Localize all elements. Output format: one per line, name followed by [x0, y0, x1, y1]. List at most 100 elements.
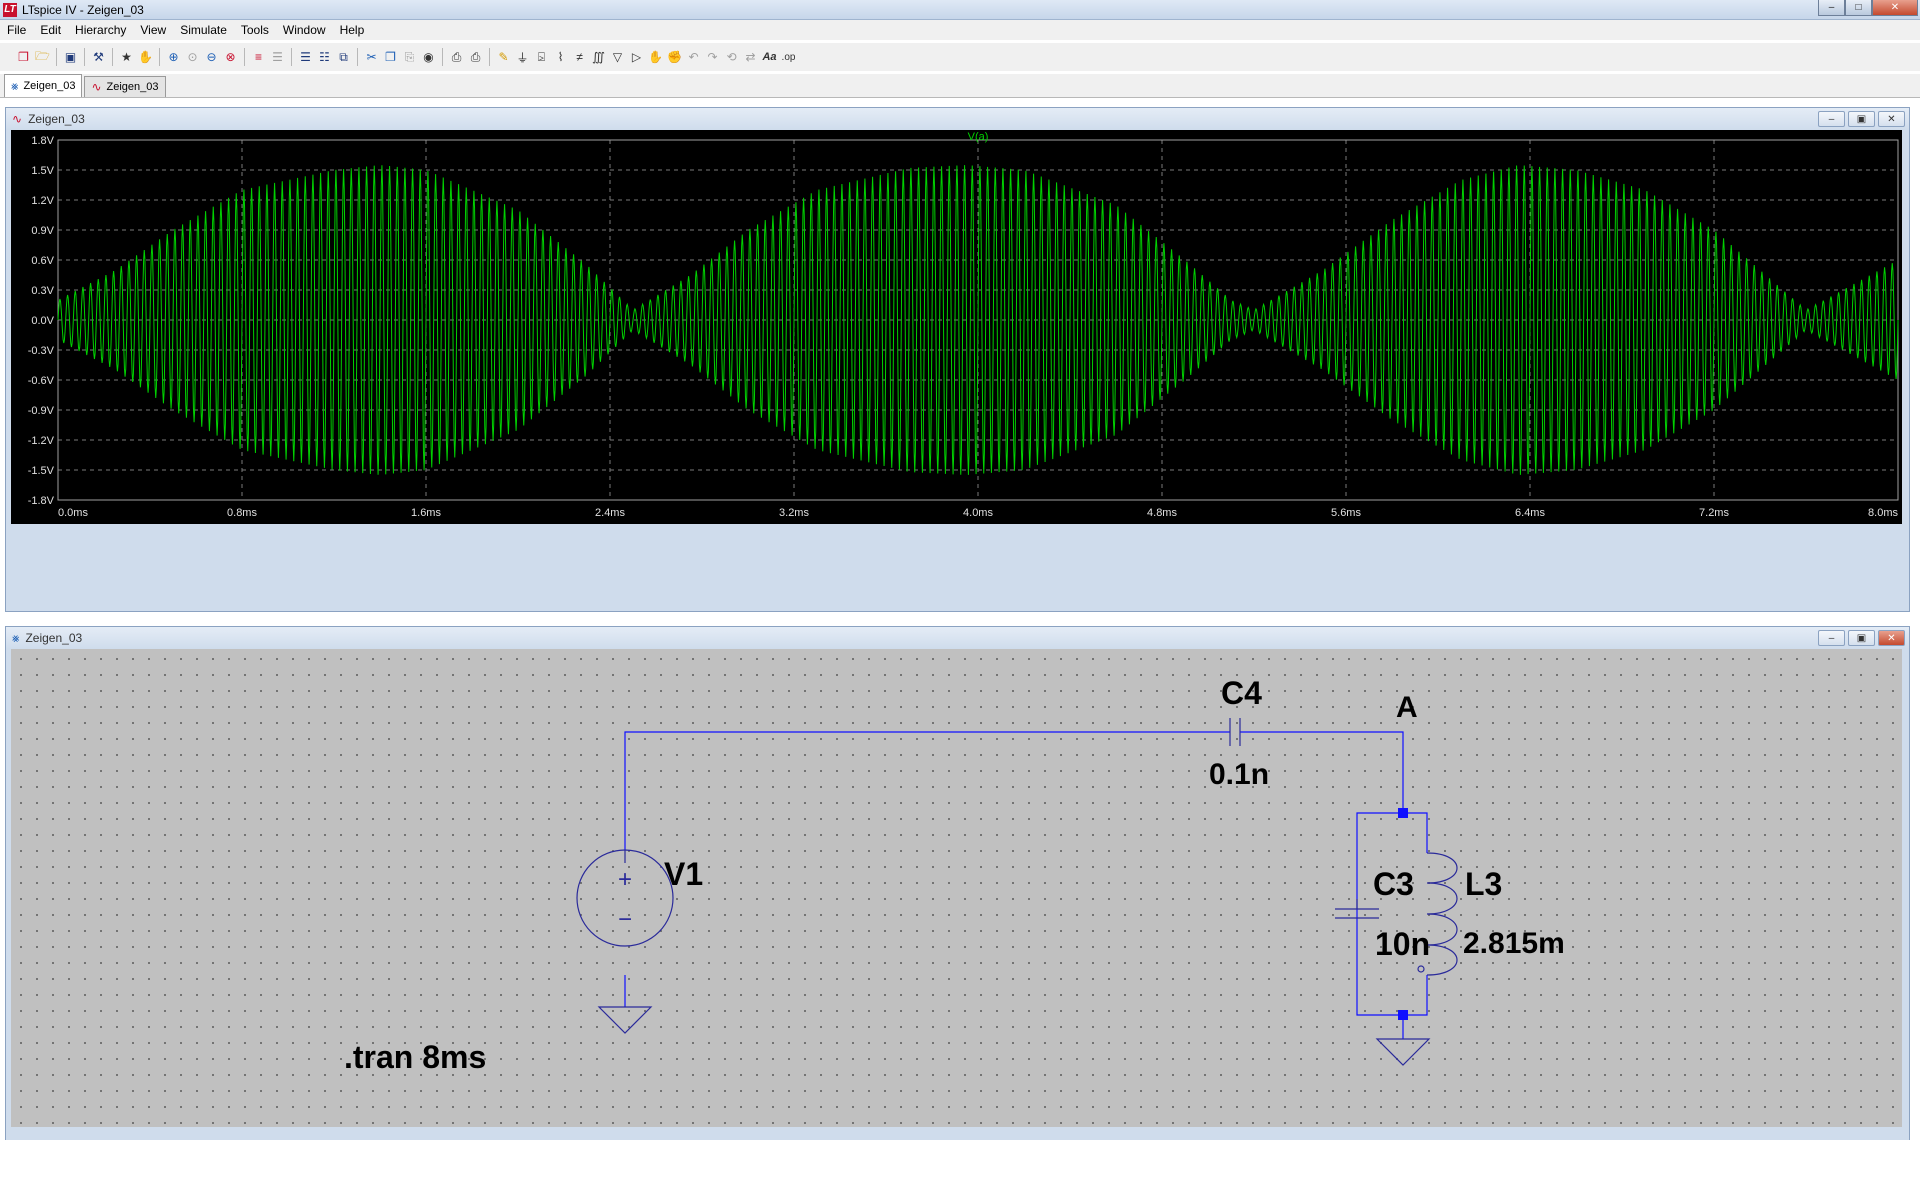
print-icon[interactable]: ⎙: [466, 47, 485, 67]
menu-file[interactable]: File: [0, 20, 33, 40]
label-net-icon[interactable]: ⍄: [532, 47, 551, 67]
tab-schematic[interactable]: ⨳ Zeigen_03: [4, 74, 83, 97]
status-area: [0, 1140, 1920, 1200]
restore-button[interactable]: ▣: [1848, 111, 1875, 127]
menu-view[interactable]: View: [133, 20, 173, 40]
ground-symbol-v1: [597, 1006, 653, 1034]
v1-name: V1: [664, 856, 703, 892]
tile-vertical-icon[interactable]: ☷: [315, 47, 334, 67]
resistor-icon[interactable]: ⌇: [551, 47, 570, 67]
control-panel-icon[interactable]: ⚒: [89, 47, 108, 67]
close-button[interactable]: ✕: [1878, 111, 1905, 127]
restore-button[interactable]: ▣: [1848, 630, 1875, 646]
drag-icon[interactable]: ✊: [665, 47, 684, 67]
trace-label[interactable]: V(a): [968, 131, 989, 143]
schematic-window-titlebar[interactable]: ⨳ Zeigen_03: [6, 627, 1909, 649]
inductor-icon[interactable]: ∭: [589, 47, 608, 67]
l3-value: 2.815m: [1463, 927, 1565, 960]
capacitor-icon[interactable]: ≠: [570, 47, 589, 67]
tab-label: Zeigen_03: [23, 80, 76, 92]
save-icon[interactable]: ▣: [61, 47, 80, 67]
schematic-window: ⨳ Zeigen_03 ‒ ▣ ✕ + − V1 C4 0.1n A C3 10…: [5, 626, 1910, 1141]
mirror-icon[interactable]: ⇄: [741, 47, 760, 67]
redo-icon[interactable]: ↷: [703, 47, 722, 67]
find-icon[interactable]: ◉: [419, 47, 438, 67]
waveform-icon: ∿: [91, 80, 102, 94]
move-icon[interactable]: ✋: [646, 47, 665, 67]
window-title: LTspice IV - Zeigen_03: [22, 2, 144, 17]
schematic-canvas[interactable]: + − V1 C4 0.1n A C3 10n L3 2.815m .tran …: [11, 649, 1902, 1127]
toolbar-separator: [56, 48, 57, 66]
new-schematic-icon[interactable]: ❐: [14, 47, 33, 67]
x-tick-label: 7.2ms: [1699, 507, 1729, 519]
open-icon[interactable]: 🗁: [33, 47, 52, 67]
run-icon[interactable]: ★: [117, 47, 136, 67]
c3-value: 10n: [1375, 926, 1430, 962]
waveform-window-controls: ‒ ▣ ✕: [1818, 111, 1905, 127]
y-tick-label: 0.0V: [31, 315, 54, 327]
schematic-window-controls: ‒ ▣ ✕: [1818, 630, 1905, 646]
y-tick-label: 0.9V: [31, 225, 54, 237]
y-tick-label: 1.2V: [31, 195, 54, 207]
wires: [624, 731, 1428, 1039]
mark-icon[interactable]: ☰: [268, 47, 287, 67]
zoom-pan-icon[interactable]: ⊙: [183, 47, 202, 67]
minimize-button[interactable]: ‒: [1818, 0, 1845, 16]
text-icon[interactable]: Aa: [760, 47, 779, 67]
close-button[interactable]: ✕: [1872, 0, 1918, 16]
x-tick-label: 3.2ms: [779, 507, 809, 519]
minimize-button[interactable]: ‒: [1818, 111, 1845, 127]
autorange-icon[interactable]: ≡: [249, 47, 268, 67]
print-setup-icon[interactable]: ⎙: [447, 47, 466, 67]
y-tick-label: -0.3V: [28, 345, 55, 357]
toolbar-separator: [489, 48, 490, 66]
waveform-window-titlebar[interactable]: ∿ Zeigen_03: [6, 108, 1909, 130]
tile-horizontal-icon[interactable]: ☰: [296, 47, 315, 67]
zoom-in-icon[interactable]: ⊕: [164, 47, 183, 67]
tab-waveform[interactable]: ∿ Zeigen_03: [84, 76, 166, 97]
menu-window[interactable]: Window: [276, 20, 333, 40]
undo-icon[interactable]: ↶: [684, 47, 703, 67]
copy-icon[interactable]: ❐: [381, 47, 400, 67]
maximize-button[interactable]: □: [1845, 0, 1872, 16]
zoom-fit-icon[interactable]: ⊗: [221, 47, 240, 67]
component-icon[interactable]: ▷: [627, 47, 646, 67]
ground-icon[interactable]: ⏚: [513, 47, 532, 67]
paste-icon[interactable]: ⎘: [400, 47, 419, 67]
spice-directive-icon[interactable]: .op: [779, 47, 798, 67]
v1-plus-sign: +: [618, 866, 632, 893]
tab-label: Zeigen_03: [106, 81, 159, 93]
schematic-icon: ⨳: [12, 630, 20, 645]
y-tick-label: 1.5V: [31, 165, 54, 177]
junction-top: [1398, 808, 1408, 818]
cascade-icon[interactable]: ⧉: [334, 47, 353, 67]
y-tick-label: -0.6V: [28, 375, 55, 387]
zoom-out-icon[interactable]: ⊖: [202, 47, 221, 67]
x-tick-label: 5.6ms: [1331, 507, 1361, 519]
cut-icon[interactable]: ✂: [362, 47, 381, 67]
rotate-icon[interactable]: ⟲: [722, 47, 741, 67]
window-controls: ‒ □ ✕: [1818, 0, 1918, 16]
window-titlebar: LT LTspice IV - Zeigen_03 ‒ □ ✕: [0, 0, 1920, 20]
x-tick-label: 2.4ms: [595, 507, 625, 519]
schematic-drawing[interactable]: + − V1 C4 0.1n A C3 10n L3 2.815m .tran …: [11, 649, 1902, 1127]
menu-hierarchy[interactable]: Hierarchy: [68, 20, 133, 40]
menu-help[interactable]: Help: [333, 20, 372, 40]
y-tick-label: 1.8V: [31, 135, 54, 147]
close-button[interactable]: ✕: [1878, 630, 1905, 646]
draw-wire-icon[interactable]: ✎: [494, 47, 513, 67]
ltspice-app-icon[interactable]: LT: [3, 2, 17, 17]
menu-simulate[interactable]: Simulate: [173, 20, 234, 40]
diode-icon[interactable]: ▽: [608, 47, 627, 67]
waveform-plot[interactable]: 1.8V 1.5V 1.2V 0.9V 0.6V 0.3V 0.0V -0.3V -0.6V -0…: [11, 130, 1902, 524]
menu-tools[interactable]: Tools: [234, 20, 276, 40]
minimize-button[interactable]: ‒: [1818, 630, 1845, 646]
halt-icon[interactable]: ✋: [136, 47, 155, 67]
symbols: [576, 718, 1458, 1066]
y-tick-labels: 1.8V 1.5V 1.2V 0.9V 0.6V 0.3V 0.0V -0.3V -0.6V -0…: [28, 135, 55, 507]
y-tick-label: -0.9V: [28, 405, 55, 417]
waveform-plot-area[interactable]: 1.8V 1.5V 1.2V 0.9V 0.6V 0.3V 0.0V -0.3V -0.6V -0…: [11, 130, 1902, 524]
v1-minus-sign: −: [618, 906, 632, 933]
menu-bar: File Edit Hierarchy View Simulate Tools …: [0, 20, 1920, 40]
menu-edit[interactable]: Edit: [33, 20, 68, 40]
